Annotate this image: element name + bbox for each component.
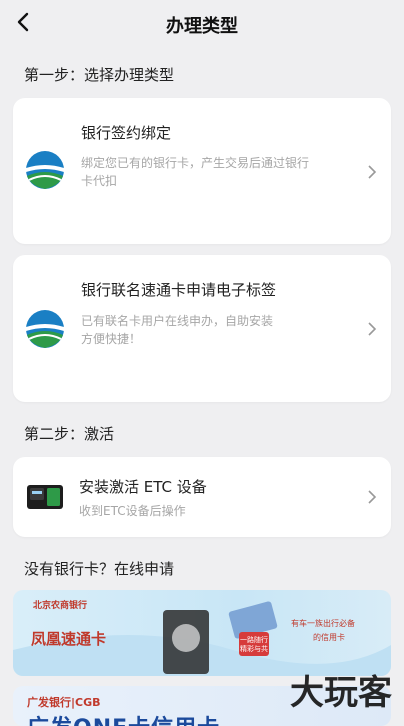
card-desc: 绑定您已有的银行卡，产生交易后通过银行 卡代扣 — [81, 156, 310, 188]
etc-device-icon — [27, 485, 63, 509]
banner-slogan-2: 的信用卡 — [313, 633, 345, 642]
card-title: 银行联名速通卡申请电子标签 — [81, 281, 277, 299]
bank-logo-icon — [26, 151, 64, 189]
banner-slogan: 有车一族出行必备 — [291, 619, 355, 628]
back-arrow-icon[interactable] — [12, 10, 36, 34]
promo-banner-fenghuang[interactable]: 北京农商银行 凤凰速通卡 有车一族出行必备 的信用卡 一路随行 精彩与共 — [13, 590, 391, 676]
chevron-right-icon — [368, 165, 377, 179]
bank-name: 北京农商银行 — [33, 601, 88, 611]
etc-activation-card[interactable]: 安装激活 ETC 设备 收到ETC设备后操作 — [13, 457, 391, 537]
step1-title: 第一步：选择办理类型 — [24, 66, 175, 84]
step2-title: 第二步：激活 — [24, 425, 115, 443]
chevron-right-icon — [368, 322, 377, 336]
chevron-right-icon — [368, 490, 377, 504]
card-desc: 收到ETC设备后操作 — [79, 504, 186, 518]
card-title: 安装激活 ETC 设备 — [79, 478, 207, 496]
page-title: 办理类型 — [166, 16, 238, 37]
banner-headline: 广发ONE卡信用卡 — [27, 710, 220, 726]
apply-online-title: 没有银行卡？在线申请 — [24, 560, 175, 578]
bank-binding-card[interactable]: 银行签约绑定 绑定您已有的银行卡，产生交易后通过银行 卡代扣 — [13, 98, 391, 244]
header: 办理类型 — [0, 0, 404, 50]
banner-headline: 凤凰速通卡 — [31, 630, 107, 648]
bank-logo-icon — [26, 310, 64, 348]
bank-name: 广发银行|CGB — [27, 696, 101, 709]
co-brand-card-apply-card[interactable]: 银行联名速通卡申请电子标签 已有联名卡用户在线申办，自助安装 方便快捷！ — [13, 255, 391, 402]
watermark: 大玩客 — [290, 673, 392, 713]
banner-chip: 一路随行 精彩与共 — [240, 636, 268, 653]
card-desc: 已有联名卡用户在线申办，自助安装 方便快捷！ — [81, 314, 274, 346]
card-title: 银行签约绑定 — [81, 124, 172, 142]
